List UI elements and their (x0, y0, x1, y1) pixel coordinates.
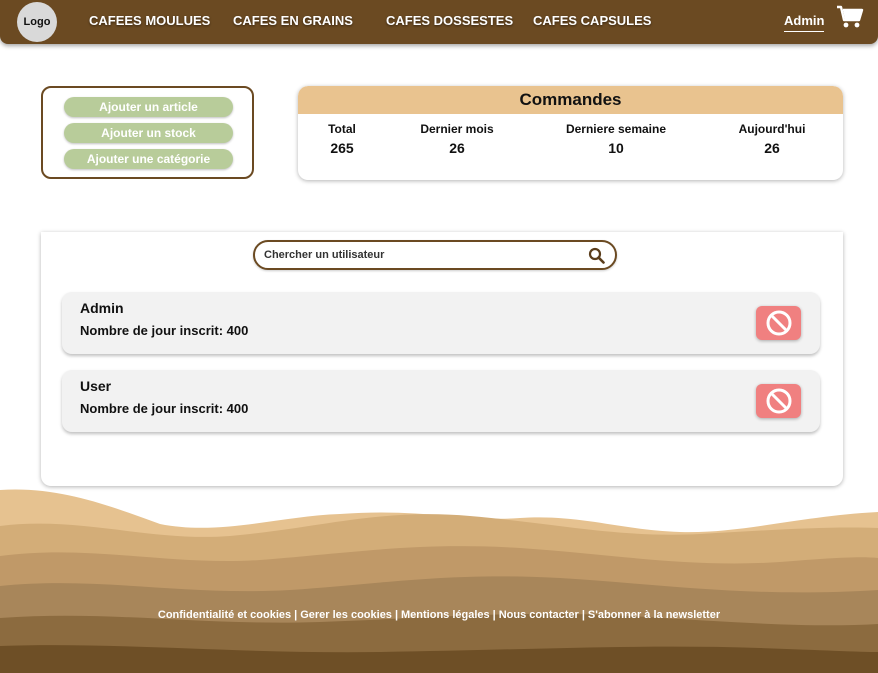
user-name: User (80, 378, 112, 394)
admin-actions-box: Ajouter un article Ajouter un stock Ajou… (41, 86, 254, 179)
stat-label: Derniere semaine (565, 122, 667, 136)
ban-user-button[interactable] (756, 384, 801, 418)
stat-total: Total 265 (312, 122, 372, 156)
footer-link-newsletter[interactable]: S'abonner à la newsletter (588, 609, 720, 621)
stat-value: 26 (449, 140, 465, 156)
stat-value: 10 (608, 140, 624, 156)
user-registration-days: Nombre de jour inscrit: 400 (80, 401, 249, 416)
nav-link-cafees-moulues[interactable]: CAFEES MOULUES (89, 13, 210, 28)
logo[interactable]: Logo (17, 2, 57, 42)
shopping-cart-icon[interactable] (836, 5, 864, 29)
footer-separator: | (294, 609, 298, 621)
users-panel: Admin Nombre de jour inscrit: 400 User N… (41, 232, 843, 486)
stat-value: 265 (330, 140, 354, 156)
footer-separator: | (492, 609, 496, 621)
add-article-button[interactable]: Ajouter un article (64, 97, 233, 117)
footer-dunes (0, 489, 878, 673)
footer-link-cookies[interactable]: Gerer les cookies (300, 609, 392, 621)
stat-last-week: Derniere semaine 10 (551, 122, 681, 156)
user-registration-days: Nombre de jour inscrit: 400 (80, 323, 249, 338)
stat-label: Total (328, 122, 356, 136)
stat-last-month: Dernier mois 26 (407, 122, 507, 156)
footer-separator: | (394, 609, 399, 621)
user-card: User Nombre de jour inscrit: 400 (62, 370, 820, 432)
nav-link-cafes-capsules[interactable]: CAFES CAPSULES (533, 13, 651, 28)
footer-separator: | (581, 609, 585, 621)
search-icon[interactable] (588, 247, 605, 264)
nav-link-cafes-dossestes[interactable]: CAFES DOSSESTES (386, 13, 513, 28)
user-search-input[interactable] (264, 246, 574, 264)
ban-icon (766, 388, 791, 414)
add-category-button[interactable]: Ajouter une catégorie (64, 149, 233, 169)
stat-value: 26 (764, 140, 780, 156)
user-card: Admin Nombre de jour inscrit: 400 (62, 292, 820, 354)
footer-link-legal[interactable]: Mentions légales (401, 609, 490, 621)
stat-label: Aujourd'hui (738, 122, 806, 136)
stat-today: Aujourd'hui 26 (722, 122, 822, 156)
footer-link-contact[interactable]: Nous contacter (499, 609, 579, 621)
top-navbar: Logo CAFEES MOULUES CAFES EN GRAINS CAFE… (0, 0, 878, 44)
ban-icon (766, 310, 791, 336)
admin-link[interactable]: Admin (784, 13, 825, 32)
add-stock-button[interactable]: Ajouter un stock (64, 123, 233, 143)
footer-links: Confidentialité et cookies | Gerer les coo… (0, 609, 878, 621)
stat-label: Dernier mois (420, 122, 494, 136)
admin-dashboard: Logo CAFEES MOULUES CAFES EN GRAINS CAFE… (0, 0, 878, 673)
nav-link-cafes-en-grains[interactable]: CAFES EN GRAINS (233, 13, 353, 28)
orders-title: Commandes (298, 86, 843, 114)
ban-user-button[interactable] (756, 306, 801, 340)
orders-card: Commandes Total 265 Dernier mois 26 Dern… (298, 86, 843, 180)
user-name: Admin (80, 300, 124, 316)
footer-link-privacy[interactable]: Confidentialité et cookies (158, 609, 291, 621)
user-search-bar (253, 240, 617, 270)
